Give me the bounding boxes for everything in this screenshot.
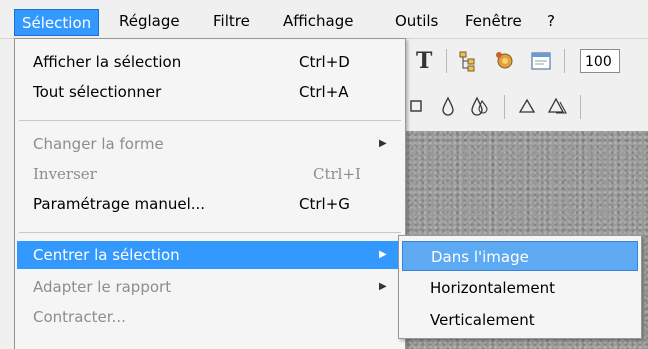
menu-item-change-shape[interactable]: Changer la forme ▶	[17, 130, 403, 158]
window-icon[interactable]	[530, 50, 552, 72]
menu-item-show-selection[interactable]: Afficher la sélection Ctrl+D	[17, 48, 403, 76]
menu-fenetre[interactable]: Fenêtre	[458, 8, 529, 34]
drop-icon[interactable]	[440, 96, 456, 116]
menu-item-label: Changer la forme	[33, 135, 164, 153]
submenu-arrow-icon: ▶	[379, 249, 387, 260]
double-triangle-icon[interactable]	[547, 96, 568, 116]
menu-item-select-all[interactable]: Tout sélectionner Ctrl+A	[17, 78, 403, 106]
toolbar-separator	[446, 49, 447, 73]
toolbar-separator	[564, 49, 565, 73]
submenu-arrow-icon: ▶	[379, 281, 387, 292]
menu-item-shortcut: Ctrl+G	[299, 195, 350, 213]
text-tool-icon[interactable]: T	[416, 39, 432, 83]
menu-separator	[19, 232, 401, 233]
center-selection-submenu: Dans l'image Horizontalement Verticaleme…	[398, 235, 642, 339]
submenu-item-vertically[interactable]: Verticalement	[402, 305, 638, 335]
menu-item-label: Centrer la sélection	[33, 246, 180, 264]
menu-selection[interactable]: Sélection	[14, 9, 100, 36]
toolbar-separator	[504, 95, 505, 119]
toolbar-row-bottom	[404, 85, 648, 129]
menu-item-label: Tout sélectionner	[33, 83, 162, 101]
menu-bar: Sélection Réglage Filtre Affichage Outil…	[0, 0, 648, 39]
toolbar-row-top: T 100	[404, 39, 648, 83]
menu-help[interactable]: ?	[540, 8, 562, 34]
menu-item-adapt-ratio[interactable]: Adapter le rapport ▶	[17, 273, 403, 301]
menu-item-label: Contracter...	[33, 308, 126, 326]
tree-icon[interactable]	[458, 50, 478, 72]
submenu-item-in-image[interactable]: Dans l'image	[402, 241, 638, 271]
submenu-item-horizontally[interactable]: Horizontalement	[402, 273, 638, 303]
toolbar-separator	[580, 95, 581, 119]
triangle-icon[interactable]	[518, 97, 536, 115]
menu-item-shortcut: Ctrl+A	[299, 83, 349, 101]
menu-filtre[interactable]: Filtre	[206, 8, 257, 34]
menu-item-label: Afficher la sélection	[33, 53, 182, 71]
menu-outils[interactable]: Outils	[388, 8, 445, 34]
menu-item-shortcut: Ctrl+I	[313, 165, 361, 183]
menu-item-manual-settings[interactable]: Paramétrage manuel... Ctrl+G	[17, 190, 403, 218]
toolbar: T 100	[404, 39, 648, 131]
selection-dropdown-menu: Afficher la sélection Ctrl+D Tout sélect…	[14, 38, 406, 349]
menu-item-label: Paramétrage manuel...	[33, 195, 206, 213]
plugin-icon[interactable]	[494, 50, 516, 72]
menu-item-shortcut: Ctrl+D	[299, 53, 350, 71]
menu-reglage[interactable]: Réglage	[112, 8, 187, 34]
zoom-field[interactable]: 100	[580, 49, 620, 73]
menu-item-invert[interactable]: Inverser Ctrl+I	[17, 160, 403, 188]
double-drop-icon[interactable]	[470, 96, 490, 116]
menu-separator	[19, 120, 401, 121]
app-window: Sélection Réglage Filtre Affichage Outil…	[0, 0, 648, 349]
submenu-arrow-icon: ▶	[379, 138, 387, 149]
menu-item-label: Adapter le rapport	[33, 278, 172, 296]
menu-item-contract[interactable]: Contracter...	[17, 303, 403, 331]
square-icon[interactable]	[410, 99, 424, 113]
menu-item-label: Inverser	[33, 165, 97, 183]
menu-item-center-selection[interactable]: Centrer la sélection ▶	[17, 241, 403, 269]
menu-affichage[interactable]: Affichage	[276, 8, 360, 34]
